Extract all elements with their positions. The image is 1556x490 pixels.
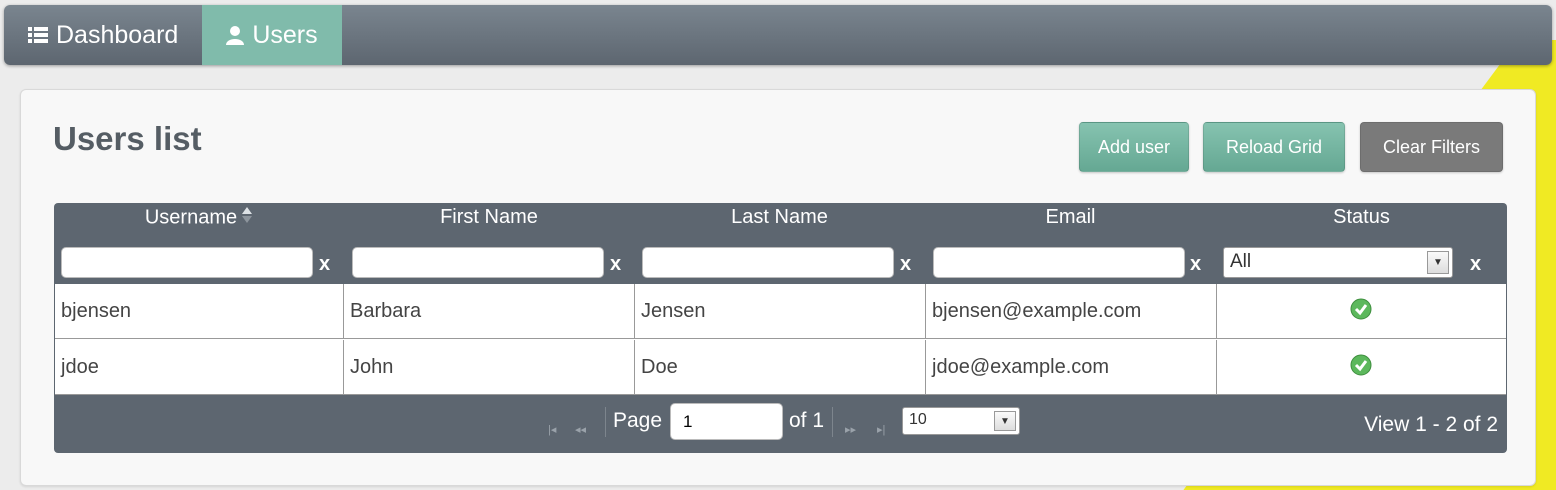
column-header-username[interactable]: Username <box>54 206 344 230</box>
last-page-icon[interactable]: ▸| <box>877 423 885 436</box>
next-page-icon[interactable]: ▸▸ <box>845 423 856 436</box>
nav-item-dashboard[interactable]: Dashboard <box>4 5 202 65</box>
column-label-username: Username <box>144 206 238 229</box>
check-circle-icon <box>1350 298 1372 326</box>
chevron-down-icon: ▼ <box>1427 251 1449 274</box>
clear-first-name-filter[interactable]: x <box>610 253 621 276</box>
grid-body: bjensen Barbara Jensen bjensen@example.c… <box>55 284 1506 395</box>
cell-username: jdoe <box>55 340 344 395</box>
page-size-value: 10 <box>909 411 927 428</box>
column-header-email[interactable]: Email <box>925 206 1216 229</box>
pager-separator <box>832 407 833 437</box>
first-page-icon[interactable]: |◂ <box>548 423 556 436</box>
page-number-input[interactable] <box>670 403 783 440</box>
add-user-button[interactable]: Add user <box>1079 122 1189 172</box>
username-filter-input[interactable] <box>61 247 313 278</box>
cell-status <box>1217 340 1506 395</box>
clear-status-filter[interactable]: x <box>1470 253 1481 276</box>
filter-row: x x x x All ▼ x <box>54 247 1507 281</box>
prev-page-icon[interactable]: ◂◂ <box>575 423 586 436</box>
view-records-text: View 1 - 2 of 2 <box>1364 413 1498 436</box>
nav-item-users[interactable]: Users <box>202 5 342 65</box>
email-filter-input[interactable] <box>933 247 1185 278</box>
pager: |◂ ◂◂ Page of 1 ▸▸ ▸| 10 ▼ View 1 - 2 of… <box>54 397 1507 453</box>
column-header-first-name[interactable]: First Name <box>344 206 634 229</box>
page-size-select[interactable]: 10 ▼ <box>902 407 1020 435</box>
reload-grid-button[interactable]: Reload Grid <box>1203 122 1345 172</box>
clear-filters-button[interactable]: Clear Filters <box>1360 122 1503 172</box>
clear-last-name-filter[interactable]: x <box>900 253 911 276</box>
status-filter-value: All <box>1230 251 1252 272</box>
chevron-down-icon: ▼ <box>994 411 1016 431</box>
cell-status <box>1217 284 1506 339</box>
first-name-filter-input[interactable] <box>352 247 604 278</box>
nav-label-users: Users <box>252 20 318 49</box>
user-icon <box>226 25 245 45</box>
table-row[interactable]: bjensen Barbara Jensen bjensen@example.c… <box>55 284 1506 339</box>
table-row[interactable]: jdoe John Doe jdoe@example.com <box>55 340 1506 395</box>
cell-first-name: John <box>344 340 635 395</box>
users-grid: Username First Name Last Name Email Stat… <box>54 203 1507 453</box>
cell-email: jdoe@example.com <box>926 340 1217 395</box>
page-title: Users list <box>53 120 202 157</box>
cell-email: bjensen@example.com <box>926 284 1217 339</box>
cell-last-name: Jensen <box>635 284 926 339</box>
users-panel: Users list Add user Reload Grid Clear Fi… <box>20 89 1536 486</box>
column-header-last-name[interactable]: Last Name <box>634 206 925 229</box>
page-label: Page <box>613 409 663 432</box>
cell-last-name: Doe <box>635 340 926 395</box>
nav-label-dashboard: Dashboard <box>56 20 179 49</box>
column-header-status[interactable]: Status <box>1216 206 1507 229</box>
clear-username-filter[interactable]: x <box>319 253 330 276</box>
grid-header: Username First Name Last Name Email Stat… <box>54 203 1507 235</box>
clear-email-filter[interactable]: x <box>1190 253 1201 276</box>
page-count-label: of 1 <box>789 409 825 432</box>
last-name-filter-input[interactable] <box>642 247 894 278</box>
sort-icon <box>241 206 253 230</box>
cell-first-name: Barbara <box>344 284 635 339</box>
top-navbar: Dashboard Users <box>4 5 1552 65</box>
check-circle-icon <box>1350 354 1372 382</box>
cell-username: bjensen <box>55 284 344 339</box>
pager-separator <box>605 407 606 437</box>
list-icon <box>28 26 48 44</box>
status-filter-select[interactable]: All ▼ <box>1223 247 1453 278</box>
